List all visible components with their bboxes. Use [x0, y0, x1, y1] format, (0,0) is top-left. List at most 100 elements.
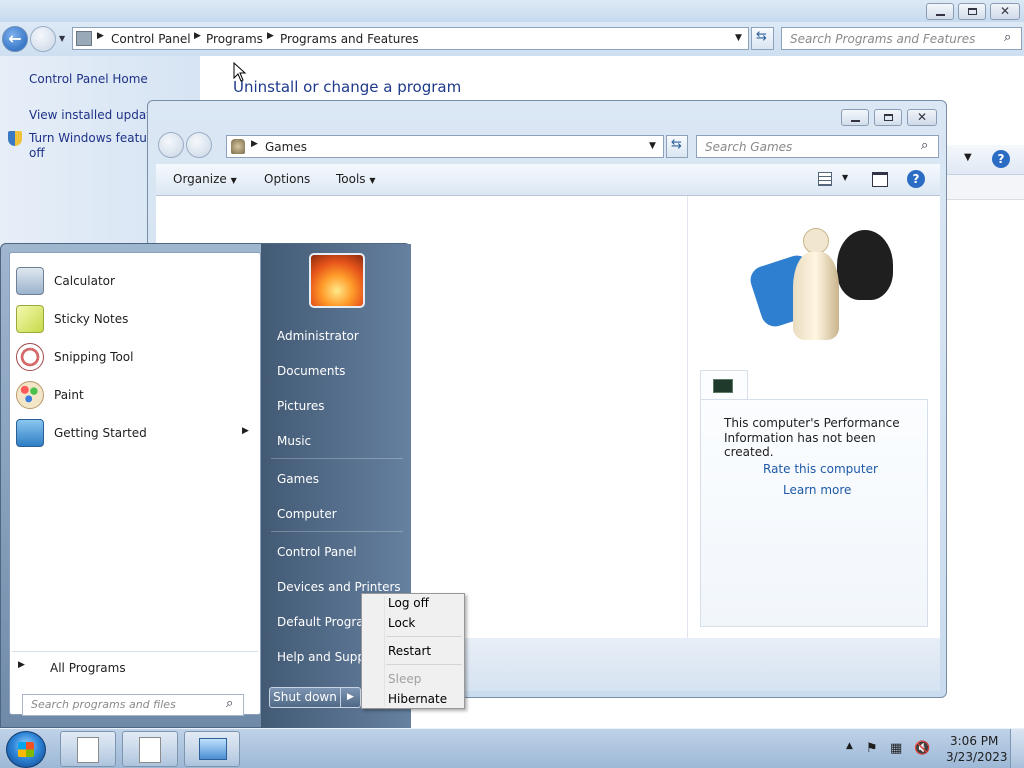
turn-windows-features-link[interactable]: Turn Windows feature: [29, 131, 159, 145]
breadcrumb-control-panel[interactable]: Control Panel: [111, 32, 191, 46]
menu-computer[interactable]: Computer: [277, 507, 337, 521]
shutdown-button[interactable]: Shut down: [269, 687, 341, 708]
menu-control-panel[interactable]: Control Panel: [277, 545, 357, 559]
games-forward-button[interactable]: [186, 132, 212, 158]
menu-lock[interactable]: Lock: [388, 616, 415, 630]
search-icon: ⌕: [921, 138, 929, 153]
menu-administrator[interactable]: Administrator: [277, 329, 359, 343]
games-toolbar: Organize ▼ Options Tools ▼ ▼ ?: [156, 164, 940, 196]
refresh-icon: ⇆: [671, 137, 682, 152]
clock-time[interactable]: 3:06 PM: [950, 734, 998, 748]
control-panel-home-link[interactable]: Control Panel Home: [29, 72, 148, 86]
pf-address-bar[interactable]: ▶ Control Panel ▶ Programs ▶ Programs an…: [72, 27, 749, 50]
pf-search-placeholder: Search Programs and Features: [790, 32, 976, 46]
menu-log-off[interactable]: Log off: [388, 596, 429, 610]
pf-refresh-button[interactable]: ⇆: [751, 27, 774, 50]
forward-button[interactable]: [30, 26, 56, 52]
action-center-flag-icon[interactable]: ⚑: [866, 741, 878, 756]
control-panel-icon: [199, 738, 227, 760]
address-dropdown-icon[interactable]: ▼: [735, 33, 742, 43]
menu-hibernate[interactable]: Hibernate: [388, 692, 447, 706]
minimize-icon: [936, 14, 945, 16]
games-address-bar[interactable]: ▶ Games ▼: [226, 135, 664, 158]
help-icon[interactable]: ?: [992, 150, 1010, 168]
taskbar: ▲ ⚑ ▦ 🔇 3:06 PM 3/23/2023: [0, 728, 1024, 768]
pf-close-button[interactable]: ✕: [990, 3, 1020, 20]
games-back-button[interactable]: [158, 132, 184, 158]
menu-documents[interactable]: Documents: [277, 364, 345, 378]
minimize-icon: [851, 120, 860, 122]
show-desktop-button[interactable]: [1010, 729, 1024, 768]
chevron-right-icon: ▶: [347, 692, 354, 702]
taskbar-notepad-button-2[interactable]: [122, 731, 178, 767]
shutdown-options-button[interactable]: ▶: [341, 687, 361, 708]
program-sticky-notes[interactable]: Sticky Notes: [12, 301, 258, 337]
options-button[interactable]: Options: [264, 172, 310, 186]
breadcrumb-programs[interactable]: Programs: [206, 32, 263, 46]
recent-pages-dropdown-icon[interactable]: ▼: [59, 34, 65, 43]
pf-search-input[interactable]: Search Programs and Features ⌕: [781, 27, 1022, 50]
back-arrow-icon: ←: [8, 29, 22, 48]
document-icon: [77, 737, 99, 763]
search-icon: ⌕: [226, 696, 234, 711]
help-icon[interactable]: ?: [907, 170, 925, 188]
breadcrumb-games[interactable]: Games: [265, 140, 307, 154]
view-installed-updates-link[interactable]: View installed updates: [29, 108, 165, 122]
games-minimize-button[interactable]: [841, 109, 869, 126]
show-hidden-icons-icon[interactable]: ▲: [846, 741, 853, 751]
program-calculator[interactable]: Calculator: [12, 263, 258, 299]
start-button[interactable]: [6, 731, 46, 768]
search-icon: ⌕: [1004, 30, 1012, 45]
tools-menu[interactable]: Tools ▼: [336, 172, 376, 186]
menu-games[interactable]: Games: [277, 472, 319, 486]
chevron-down-icon: ▼: [230, 176, 237, 185]
views-dropdown-icon[interactable]: ▼: [964, 152, 972, 163]
menu-pictures[interactable]: Pictures: [277, 399, 325, 413]
menu-devices-and-printers[interactable]: Devices and Printers: [277, 580, 401, 594]
pf-minimize-button[interactable]: [926, 3, 954, 20]
pf-title-bar: ✕: [0, 0, 1024, 22]
pf-restore-button[interactable]: [958, 3, 986, 20]
performance-message-line1: This computer's Performance: [724, 416, 900, 430]
menu-restart[interactable]: Restart: [388, 644, 431, 658]
address-dropdown-icon[interactable]: ▼: [649, 141, 656, 151]
program-label: Snipping Tool: [54, 350, 134, 364]
control-panel-icon: [76, 31, 92, 46]
user-avatar[interactable]: [309, 253, 365, 308]
games-refresh-button[interactable]: ⇆: [666, 135, 688, 158]
all-programs-button[interactable]: ▶ All Programs: [12, 651, 258, 679]
taskbar-notepad-button[interactable]: [60, 731, 116, 767]
views-icon[interactable]: [818, 172, 832, 186]
games-close-button[interactable]: ✕: [907, 109, 937, 126]
program-getting-started[interactable]: Getting Started ▶: [12, 415, 258, 451]
start-search-input[interactable]: Search programs and files ⌕: [22, 694, 244, 716]
details-pane-divider[interactable]: [687, 196, 688, 638]
program-label: Getting Started: [54, 426, 147, 440]
games-search-input[interactable]: Search Games ⌕: [696, 135, 939, 158]
refresh-icon: ⇆: [756, 29, 767, 44]
pawn-icon: [793, 252, 839, 340]
breadcrumb-programs-and-features[interactable]: Programs and Features: [280, 32, 419, 46]
program-label: Sticky Notes: [54, 312, 129, 326]
spade-icon: [837, 230, 893, 300]
volume-muted-icon[interactable]: 🔇: [914, 741, 930, 756]
views-dropdown-icon[interactable]: ▼: [842, 173, 848, 182]
start-menu: Calculator Sticky Notes Snipping Tool Pa…: [0, 243, 411, 729]
preview-pane-icon[interactable]: [872, 172, 888, 187]
turn-windows-features-link-line2[interactable]: off: [29, 146, 45, 160]
organize-menu[interactable]: Organize ▼: [173, 172, 237, 186]
clock-date[interactable]: 3/23/2023: [946, 750, 1008, 764]
program-paint[interactable]: Paint: [12, 377, 258, 413]
pawn-head: [803, 228, 829, 254]
start-menu-programs-pane: Calculator Sticky Notes Snipping Tool Pa…: [9, 252, 261, 716]
network-icon[interactable]: ▦: [890, 741, 902, 756]
rate-this-computer-link[interactable]: Rate this computer: [763, 462, 878, 476]
back-button[interactable]: ←: [2, 26, 28, 52]
games-restore-button[interactable]: [874, 109, 902, 126]
menu-music[interactable]: Music: [277, 434, 311, 448]
program-snipping-tool[interactable]: Snipping Tool: [12, 339, 258, 375]
performance-tab[interactable]: [700, 370, 748, 400]
snipping-tool-icon: [16, 343, 44, 371]
taskbar-control-panel-button[interactable]: [184, 731, 240, 767]
learn-more-link[interactable]: Learn more: [783, 483, 851, 497]
